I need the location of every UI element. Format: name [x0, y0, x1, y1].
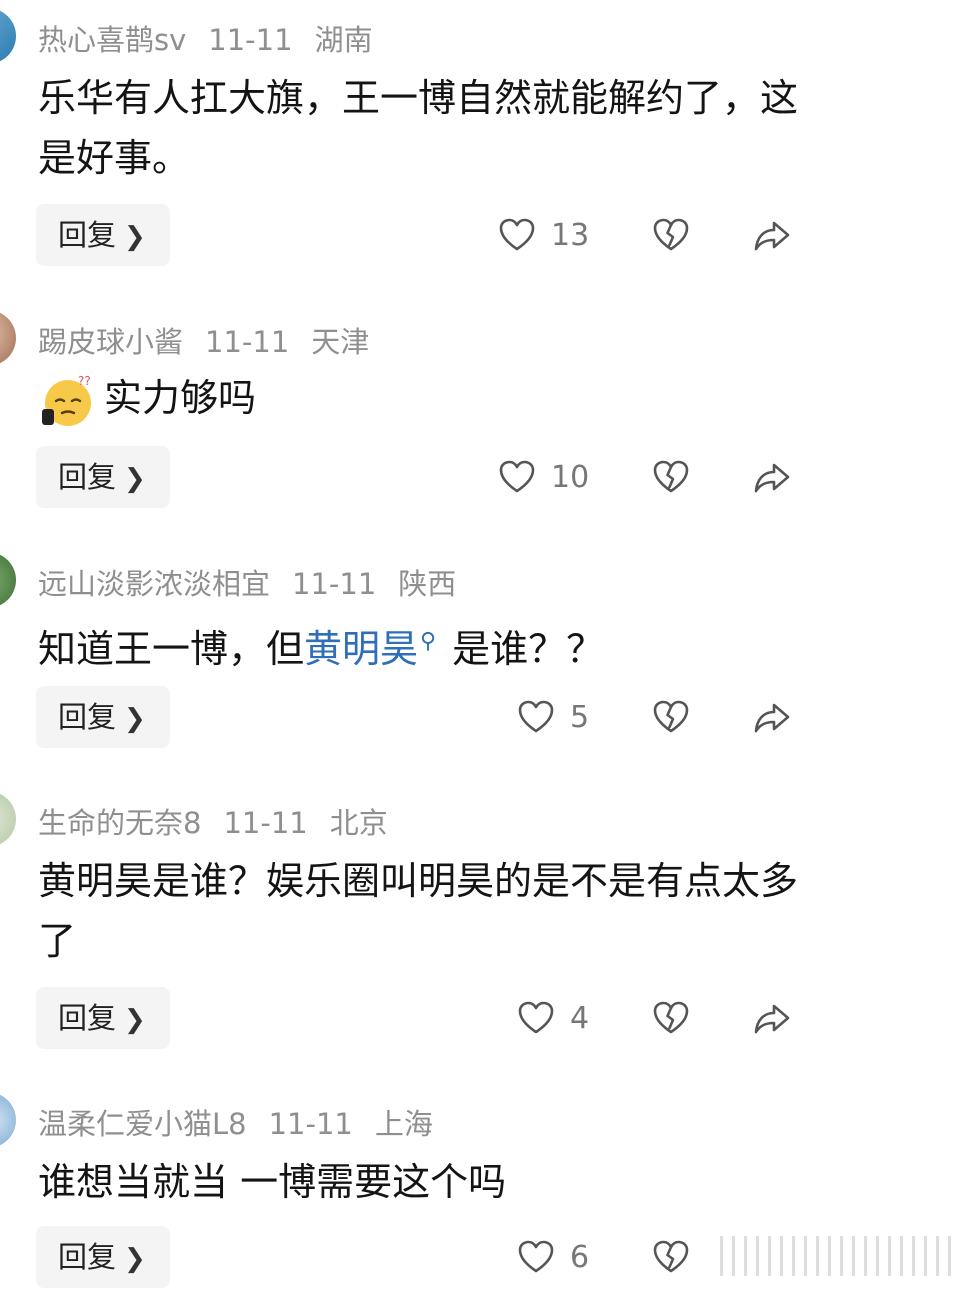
comment-meta: 热心喜鹊sv 11-11 湖南 [38, 20, 395, 60]
like-count: 10 [551, 459, 590, 495]
comment-meta: 踢皮球小酱 11-11 天津 [38, 322, 391, 362]
reply-label: 回复 [58, 460, 117, 494]
comment-location: 陕西 [398, 567, 457, 601]
username[interactable]: 踢皮球小酱 [38, 325, 183, 359]
like-count: 4 [570, 1000, 590, 1036]
comment-date: 11-11 [205, 325, 290, 359]
comment-location: 湖南 [314, 23, 373, 57]
reply-button[interactable]: 回复 ❯ [36, 204, 170, 266]
username[interactable]: 热心喜鹊sv [38, 23, 186, 57]
comment-date: 11-11 [208, 23, 293, 57]
avatar[interactable] [0, 552, 16, 608]
comment-location: 天津 [311, 325, 370, 359]
like-count: 5 [570, 699, 590, 735]
chevron-right-icon: ❯ [124, 704, 146, 734]
comment-text-after: 是谁？？ [452, 627, 605, 671]
like-count: 13 [551, 217, 590, 253]
comment-text-content: 实力够吗 [104, 376, 257, 420]
reply-label: 回复 [58, 218, 117, 252]
share-button[interactable] [752, 697, 792, 737]
avatar[interactable] [0, 791, 16, 847]
like-button[interactable]: 10 [497, 457, 589, 497]
comment-meta: 远山淡影浓淡相宜 11-11 陕西 [38, 564, 478, 604]
reply-button[interactable]: 回复 ❯ [36, 686, 170, 748]
chevron-right-icon: ❯ [124, 464, 146, 494]
broken-heart-icon [651, 998, 691, 1038]
watermark-overlay [720, 1236, 960, 1276]
comment-location: 北京 [329, 806, 388, 840]
comment-location: 上海 [374, 1107, 433, 1141]
heart-outline-icon [516, 697, 556, 737]
share-arrow-icon [752, 998, 792, 1038]
like-count: 6 [570, 1239, 590, 1275]
dislike-button[interactable] [651, 1237, 691, 1277]
share-button[interactable] [752, 215, 792, 255]
like-button[interactable]: 4 [516, 998, 589, 1038]
username[interactable]: 温柔仁爱小猫L8 [38, 1107, 247, 1141]
svg-text:??: ?? [78, 374, 91, 388]
reply-label: 回复 [58, 700, 117, 734]
chevron-right-icon: ❯ [124, 222, 146, 252]
avatar[interactable] [0, 310, 16, 366]
reply-button[interactable]: 回复 ❯ [36, 446, 170, 508]
comment-text-before: 知道王一博，但 [38, 627, 305, 671]
reply-button[interactable]: 回复 ❯ [36, 1226, 170, 1288]
heart-outline-icon [516, 998, 556, 1038]
broken-heart-icon [651, 457, 691, 497]
broken-heart-icon [651, 697, 691, 737]
share-arrow-icon [752, 457, 792, 497]
username[interactable]: 生命的无奈8 [38, 806, 201, 840]
comment-text: ?? 实力够吗 [38, 368, 798, 429]
dislike-button[interactable] [651, 457, 691, 497]
comment-text: 知道王一博，但黄明昊⚲ 是谁？？ [38, 612, 798, 679]
broken-heart-icon [651, 1237, 691, 1277]
comment-text: 乐华有人扛大旗，王一博自然就能解约了，这是好事。 [38, 76, 799, 180]
comment-date: 11-11 [292, 567, 377, 601]
chevron-right-icon: ❯ [124, 1244, 146, 1274]
share-button[interactable] [752, 457, 792, 497]
reply-label: 回复 [58, 1240, 117, 1274]
heart-outline-icon [497, 457, 537, 497]
chevron-right-icon: ❯ [124, 1005, 146, 1035]
comment-meta: 生命的无奈8 11-11 北京 [38, 803, 410, 843]
like-button[interactable]: 5 [516, 697, 589, 737]
like-button[interactable]: 13 [497, 215, 589, 255]
comment-date: 11-11 [223, 806, 308, 840]
comment-text: 黄明昊是谁？娱乐圈叫明昊的是不是有点太多了 [38, 859, 799, 963]
dislike-button[interactable] [651, 215, 691, 255]
search-link[interactable]: 黄明昊 [304, 627, 418, 671]
username[interactable]: 远山淡影浓淡相宜 [38, 567, 270, 601]
like-button[interactable]: 6 [516, 1237, 589, 1277]
reply-label: 回复 [58, 1001, 117, 1035]
heart-outline-icon [497, 215, 537, 255]
share-arrow-icon [752, 697, 792, 737]
thinking-sweat-emoji: ?? [42, 374, 91, 426]
broken-heart-icon [651, 215, 691, 255]
share-arrow-icon [752, 215, 792, 255]
reply-button[interactable]: 回复 ❯ [36, 987, 170, 1049]
comment-meta: 温柔仁爱小猫L8 11-11 上海 [38, 1104, 455, 1144]
heart-outline-icon [516, 1237, 556, 1277]
comment-date: 11-11 [268, 1107, 353, 1141]
dislike-button[interactable] [651, 697, 691, 737]
comment-text: 谁想当就当 一博需要这个吗 [38, 1160, 507, 1204]
avatar[interactable] [0, 1092, 16, 1148]
share-button[interactable] [752, 998, 792, 1038]
search-icon[interactable]: ⚲ [420, 629, 436, 654]
avatar[interactable] [0, 8, 16, 64]
dislike-button[interactable] [651, 998, 691, 1038]
